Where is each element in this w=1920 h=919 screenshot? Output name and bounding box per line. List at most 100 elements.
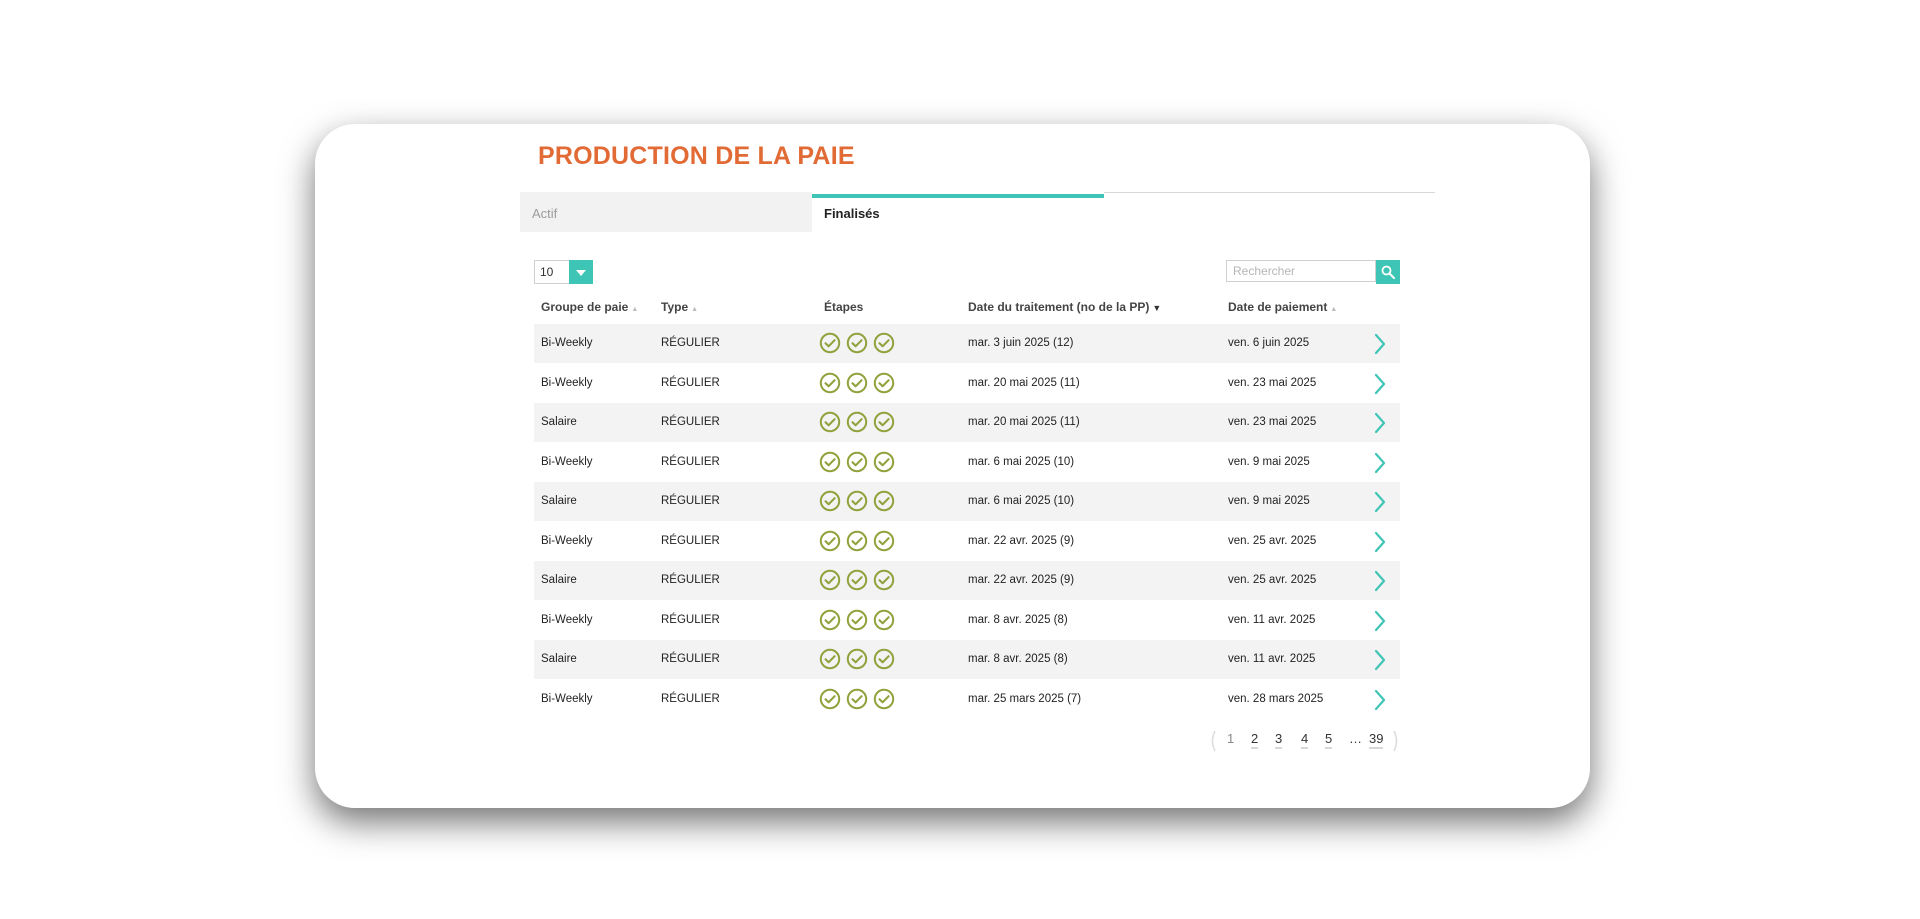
search-icon	[1381, 265, 1395, 279]
cell-date-traitement: mar. 8 avr. 2025 (8)	[968, 613, 1068, 626]
cell-date-traitement: mar. 6 mai 2025 (10)	[968, 495, 1075, 507]
page-size-select[interactable]: 10	[534, 260, 593, 284]
tab-finalises[interactable]: Finalisés	[812, 192, 1104, 232]
cell-date-traitement: mar. 20 mai 2025 (11)	[968, 416, 1080, 428]
tab-actif[interactable]: Actif	[520, 192, 812, 232]
table-row[interactable]: Salaire RÉGULIER mar. 6 mai 2025 (10) ven. …	[534, 482, 1400, 521]
header-date-paiement-label: Date de paiement	[1228, 300, 1328, 314]
check-circle-icon	[873, 648, 895, 670]
chevron-right-icon[interactable]	[1372, 372, 1388, 396]
check-circle-icon	[819, 490, 841, 512]
chevron-right-icon[interactable]	[1372, 530, 1388, 554]
page-size-value-box: 10	[534, 260, 570, 284]
check-circle-icon	[873, 490, 895, 512]
cell-groupe-de-paie: Bi-Weekly	[541, 376, 593, 389]
chevron-right-icon[interactable]	[1372, 451, 1388, 475]
cell-groupe-de-paie: Salaire	[541, 495, 577, 507]
header-date-traitement-label: Date du traitement (no de la PP)	[968, 300, 1150, 314]
cell-date-paiement: ven. 9 mai 2025	[1228, 455, 1310, 468]
check-circle-icon	[819, 372, 841, 393]
sort-icon: ▲	[631, 306, 639, 313]
search-button[interactable]	[1376, 260, 1400, 284]
cell-groupe-de-paie: Bi-Weekly	[541, 613, 593, 626]
cell-date-traitement: mar. 22 avr. 2025 (9)	[968, 574, 1075, 586]
chevron-right-icon[interactable]	[1372, 688, 1388, 712]
sort-icon: ▲	[691, 306, 699, 313]
chevron-right-icon[interactable]	[1372, 332, 1388, 356]
check-circle-icon	[819, 451, 841, 472]
cell-date-paiement: ven. 25 avr. 2025	[1228, 574, 1317, 586]
table-row[interactable]: Salaire RÉGULIER mar. 22 avr. 2025 (9) ven.…	[534, 561, 1400, 600]
check-circle-icon	[873, 451, 895, 472]
header-type[interactable]: Type ▲	[661, 300, 698, 314]
pagination-page-39[interactable]: 39	[1369, 731, 1384, 749]
table-row[interactable]: Salaire RÉGULIER mar. 20 mai 2025 (11) ven.…	[534, 403, 1400, 442]
table-row[interactable]: Bi-Weekly RÉGULIER mar. 20 mai 2025 (11) ve…	[534, 364, 1400, 403]
check-circle-icon	[846, 451, 868, 472]
table-row[interactable]: Bi-Weekly RÉGULIER mar. 6 mai 2025 (10) ven…	[534, 443, 1400, 482]
cell-type: RÉGULIER	[661, 455, 720, 468]
pagination-ellipsis: …	[1349, 731, 1362, 746]
chevron-right-icon[interactable]	[1372, 411, 1388, 435]
cell-etapes	[819, 332, 900, 354]
header-etapes-label: Étapes	[824, 300, 864, 314]
check-circle-icon	[819, 648, 841, 670]
sort-desc-icon: ▼	[1152, 303, 1162, 313]
cell-date-traitement: mar. 8 avr. 2025 (8)	[968, 653, 1068, 665]
app-window: PRODUCTION DE LA PAIE Actif Finalisés 10	[315, 124, 1590, 808]
check-circle-icon	[846, 411, 868, 433]
cell-date-traitement: mar. 6 mai 2025 (10)	[968, 455, 1075, 468]
pagination-page-3[interactable]: 3	[1275, 731, 1283, 749]
table-row[interactable]: Bi-Weekly RÉGULIER mar. 22 avr. 2025 (9) ve…	[534, 522, 1400, 561]
table-row[interactable]: Bi-Weekly RÉGULIER mar. 8 avr. 2025 (8) ven…	[534, 601, 1400, 640]
search-input[interactable]	[1226, 260, 1376, 282]
cell-date-paiement: ven. 23 mai 2025	[1228, 376, 1317, 389]
cell-groupe-de-paie: Bi-Weekly	[541, 692, 593, 705]
pagination-prev-edge	[1209, 729, 1217, 753]
check-circle-icon	[846, 372, 868, 393]
cell-date-paiement: ven. 6 juin 2025	[1228, 337, 1310, 349]
chevron-right-icon[interactable]	[1372, 569, 1388, 593]
cell-date-paiement: ven. 23 mai 2025	[1228, 416, 1317, 428]
table-header: Groupe de paie ▲ Type ▲ Étapes Date du tra…	[534, 296, 1400, 320]
chevron-right-icon[interactable]	[1372, 648, 1388, 672]
cell-etapes	[819, 451, 900, 473]
cell-date-traitement: mar. 3 juin 2025 (12)	[968, 337, 1074, 349]
check-circle-icon	[846, 569, 868, 591]
header-date-paiement[interactable]: Date de paiement ▲	[1228, 300, 1337, 314]
cell-etapes	[819, 688, 900, 710]
check-circle-icon	[819, 688, 841, 709]
check-circle-icon	[846, 648, 868, 670]
chevron-down-icon	[576, 270, 586, 276]
chevron-right-icon[interactable]	[1372, 609, 1388, 633]
chevron-right-icon[interactable]	[1372, 490, 1388, 514]
page-size-dropdown-button[interactable]	[569, 260, 593, 284]
check-circle-icon	[819, 530, 841, 551]
table-row[interactable]: Bi-Weekly RÉGULIER mar. 25 mars 2025 (7) ve…	[534, 680, 1400, 719]
cell-date-paiement: ven. 28 mars 2025	[1228, 692, 1324, 705]
cell-type: RÉGULIER	[661, 653, 720, 665]
payroll-panel: PRODUCTION DE LA PAIE Actif Finalisés 10	[520, 124, 1435, 808]
check-circle-icon	[873, 609, 895, 630]
header-groupe-de-paie[interactable]: Groupe de paie ▲	[541, 300, 638, 314]
header-groupe-label: Groupe de paie	[541, 300, 629, 314]
cell-date-paiement: ven. 25 avr. 2025	[1228, 534, 1317, 547]
pagination-page-2[interactable]: 2	[1251, 731, 1259, 749]
check-circle-icon	[873, 332, 895, 354]
cell-type: RÉGULIER	[661, 534, 720, 547]
cell-etapes	[819, 490, 900, 512]
cell-etapes	[819, 648, 900, 670]
cell-type: RÉGULIER	[661, 337, 720, 349]
header-etapes: Étapes	[824, 300, 863, 314]
pagination-page-4[interactable]: 4	[1301, 731, 1309, 749]
pagination-next-edge	[1392, 729, 1400, 753]
table-row[interactable]: Bi-Weekly RÉGULIER mar. 3 juin 2025 (12) ve…	[534, 324, 1400, 363]
cell-date-traitement: mar. 22 avr. 2025 (9)	[968, 534, 1075, 547]
cell-etapes	[819, 530, 900, 552]
cell-type: RÉGULIER	[661, 495, 720, 507]
header-date-traitement[interactable]: Date du traitement (no de la PP) ▼	[968, 300, 1161, 314]
table-row[interactable]: Salaire RÉGULIER mar. 8 avr. 2025 (8) ven. …	[534, 640, 1400, 679]
check-circle-icon	[846, 609, 868, 630]
pagination-page-1[interactable]: 1	[1227, 731, 1234, 746]
pagination-page-5[interactable]: 5	[1325, 731, 1333, 749]
